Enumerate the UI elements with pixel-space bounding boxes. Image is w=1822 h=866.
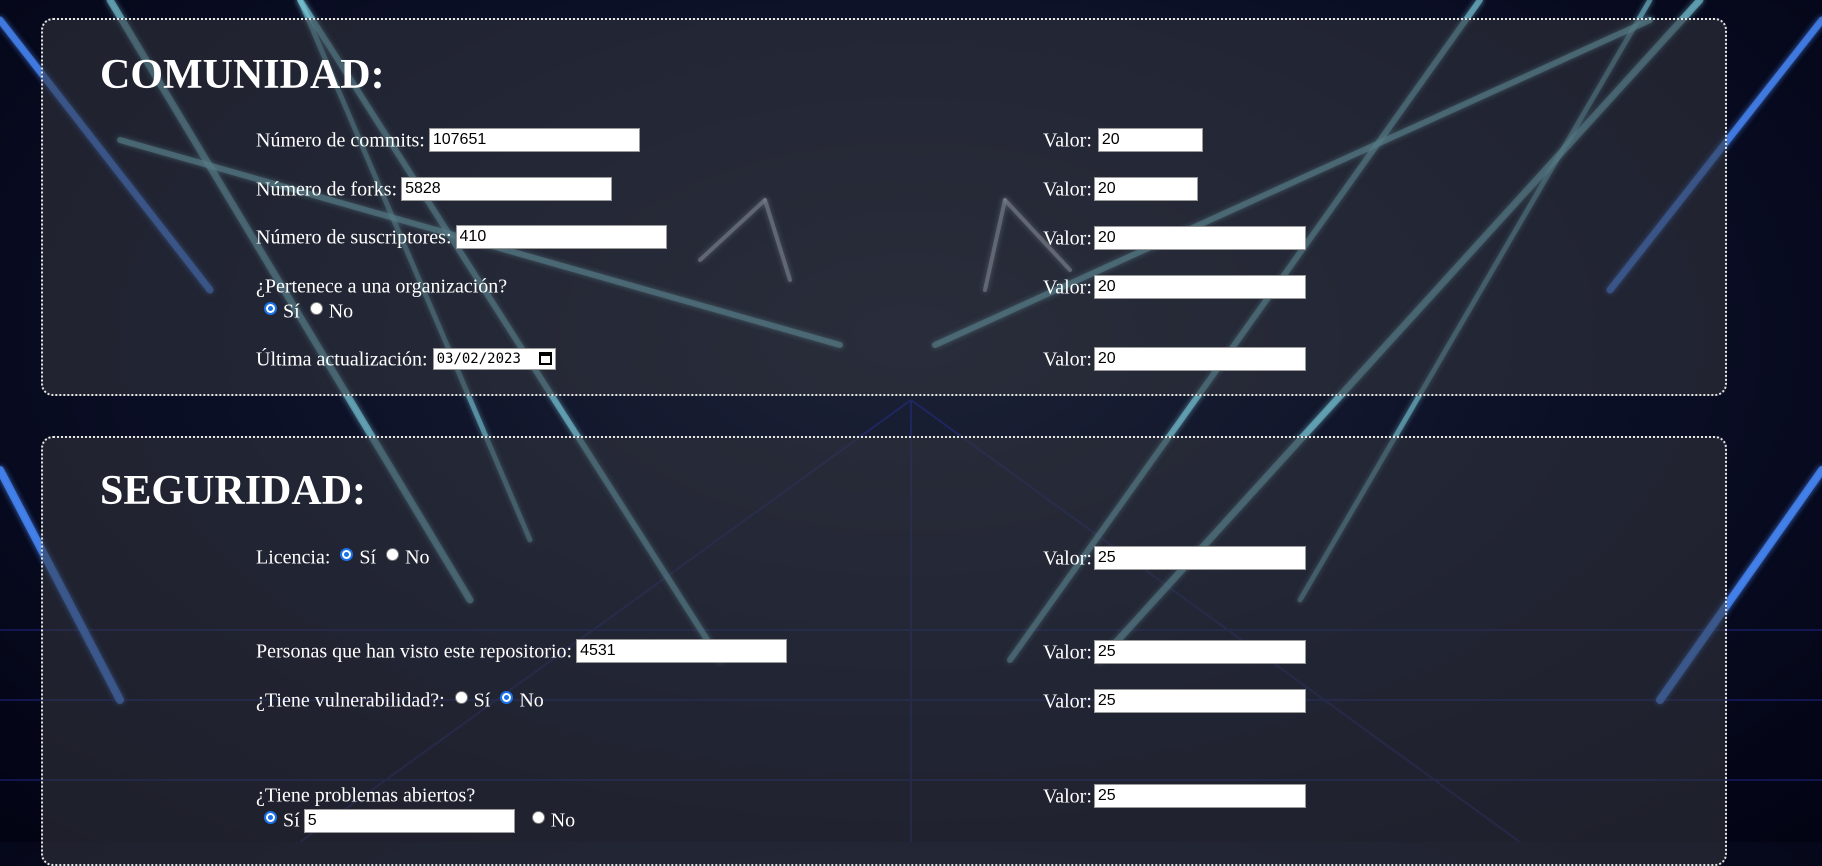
vistas-row: Personas que han visto este repositorio:	[256, 638, 788, 664]
licencia-row: Licencia: Sí No	[256, 544, 430, 569]
problemas-valor-input[interactable]	[1093, 784, 1306, 809]
licencia-valor-input[interactable]	[1093, 546, 1306, 571]
licencia-label: Licencia:	[256, 546, 331, 569]
problemas-no-label: No	[550, 809, 576, 832]
vistas-valor-row: Valor:	[1043, 639, 1306, 665]
forks-valor-row: Valor:	[1043, 176, 1198, 202]
vulnerabilidad-si-label: Sí	[473, 689, 491, 712]
vistas-input[interactable]	[576, 639, 788, 664]
suscriptores-label: Número de suscriptores:	[256, 226, 452, 249]
vulnerabilidad-no-label: No	[519, 689, 544, 712]
organizacion-row: ¿Pertenece a una organización? Sí No	[256, 273, 507, 324]
valor-label: Valor:	[1043, 348, 1092, 371]
vulnerabilidad-label: ¿Tiene vulnerabilidad?:	[256, 689, 445, 712]
organizacion-no-radio[interactable]	[309, 302, 323, 316]
vistas-valor-input[interactable]	[1093, 640, 1306, 665]
valor-label: Valor:	[1043, 547, 1092, 570]
forks-row: Número de forks:	[256, 176, 613, 202]
licencia-si-radio[interactable]	[340, 547, 354, 561]
suscriptores-valor-row: Valor:	[1043, 225, 1306, 251]
problemas-si-radio[interactable]	[264, 811, 277, 825]
licencia-si-label: Sí	[359, 546, 377, 569]
vulnerabilidad-no-radio[interactable]	[500, 690, 514, 704]
vulnerabilidad-valor-input[interactable]	[1093, 689, 1306, 714]
calendar-icon[interactable]	[538, 352, 552, 366]
valor-label: Valor:	[1043, 641, 1092, 664]
suscriptores-valor-input[interactable]	[1093, 226, 1306, 251]
valor-label: Valor:	[1043, 129, 1092, 152]
organizacion-si-label: Sí	[283, 300, 300, 323]
valor-label: Valor:	[1043, 276, 1092, 299]
comunidad-title: COMUNIDAD:	[100, 52, 385, 98]
organizacion-si-radio[interactable]	[264, 302, 277, 316]
suscriptores-input[interactable]	[455, 225, 667, 250]
vistas-label: Personas que han visto este repositorio:	[256, 640, 573, 663]
commits-valor-row: Valor:	[1043, 127, 1203, 153]
problemas-si-label: Sí	[283, 809, 300, 832]
comunidad-panel: COMUNIDAD:	[41, 18, 1727, 396]
problemas-count-input[interactable]	[303, 808, 515, 833]
forks-valor-input[interactable]	[1093, 177, 1198, 202]
vulnerabilidad-si-radio[interactable]	[454, 690, 468, 704]
problemas-label: ¿Tiene problemas abiertos?	[256, 784, 476, 807]
licencia-valor-row: Valor:	[1043, 545, 1306, 571]
valor-label: Valor:	[1043, 227, 1092, 250]
organizacion-valor-input[interactable]	[1093, 275, 1306, 300]
commits-valor-input[interactable]	[1097, 128, 1203, 153]
licencia-no-radio[interactable]	[386, 547, 400, 561]
actualizacion-valor-input[interactable]	[1093, 347, 1306, 372]
suscriptores-row: Número de suscriptores:	[256, 224, 667, 250]
forks-input[interactable]	[401, 177, 613, 202]
actualizacion-date-input[interactable]: 03/02/2023	[432, 348, 556, 371]
organizacion-no-label: No	[328, 300, 354, 323]
vulnerabilidad-row: ¿Tiene vulnerabilidad?: Sí No	[256, 687, 544, 712]
commits-input[interactable]	[428, 128, 640, 153]
valor-label: Valor:	[1043, 690, 1092, 713]
valor-label: Valor:	[1043, 785, 1092, 808]
organizacion-valor-row: Valor:	[1043, 274, 1306, 300]
problemas-no-radio[interactable]	[531, 811, 545, 825]
organizacion-options: Sí No	[256, 298, 507, 323]
actualizacion-valor-row: Valor:	[1043, 346, 1306, 372]
licencia-no-label: No	[405, 546, 430, 569]
actualizacion-row: Última actualización: 03/02/2023	[256, 346, 556, 371]
actualizacion-date-value: 03/02/2023	[436, 351, 521, 368]
vulnerabilidad-valor-row: Valor:	[1043, 688, 1306, 714]
problemas-options: Sí No	[256, 807, 576, 833]
actualizacion-label: Última actualización:	[256, 348, 428, 371]
forks-label: Número de forks:	[256, 178, 398, 201]
problemas-row: ¿Tiene problemas abiertos? Sí No	[256, 782, 575, 833]
problemas-valor-row: Valor:	[1043, 783, 1306, 809]
organizacion-label: ¿Pertenece a una organización?	[256, 275, 508, 298]
commits-row: Número de commits:	[256, 127, 640, 153]
valor-label: Valor:	[1043, 178, 1092, 201]
seguridad-title: SEGURIDAD:	[100, 468, 367, 514]
commits-label: Número de commits:	[256, 129, 425, 152]
